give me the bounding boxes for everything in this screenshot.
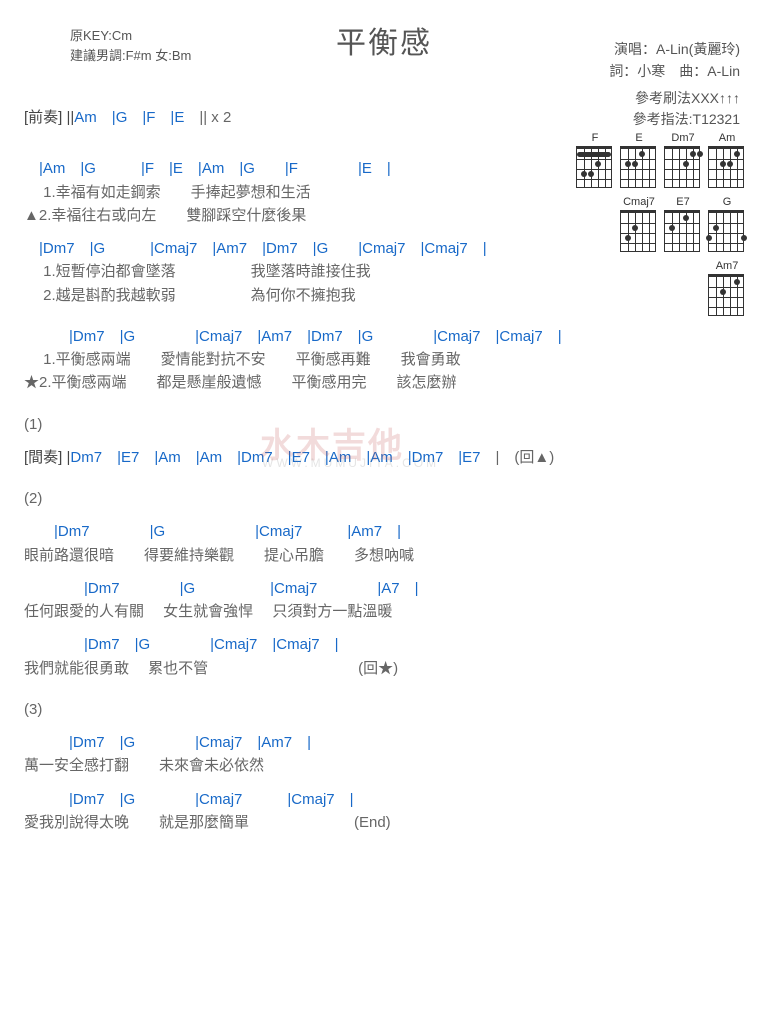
chord-diagram-am7: Am7 [708,260,746,316]
chorus-lyric-a: 1.平衡感兩端 愛情能對抗不安 平衡感再難 我會勇敢 [24,348,744,371]
original-key: 原KEY:Cm [70,26,191,46]
singer: 演唱：A-Lin(黃麗玲) [609,38,740,60]
chord-diagram-e: E [620,132,658,188]
section-3-num: (3) [24,698,744,721]
sec2-chords-3: |Dm7 |G |Cmaj7 |Cmaj7 | [24,633,744,656]
suggested-key: 建議男調:F#m 女:Bm [70,46,191,66]
pattern-ref: 參考刷法XXX↑↑↑ 參考指法:T12321 [633,88,740,130]
sec3-lyric-1: 萬一安全感打翻 未來會未必依然 [24,754,744,777]
meta-right: 演唱：A-Lin(黃麗玲) 詞：小寒 曲：A-Lin [609,38,740,83]
meta-left: 原KEY:Cm 建議男調:F#m 女:Bm [70,26,191,65]
strum-pattern: 參考刷法XXX↑↑↑ [633,88,740,109]
chord-diagram-dm7: Dm7 [664,132,702,188]
picking-pattern: 參考指法:T12321 [633,109,740,130]
sec2-chords-1: |Dm7 |G |Cmaj7 |Am7 | [24,520,744,543]
section-2-num: (2) [24,487,744,510]
credits: 詞：小寒 曲：A-Lin [609,60,740,82]
chord-diagram-e7: E7 [664,196,702,252]
chord-diagram-g: G [708,196,746,252]
section-1-num: (1) [24,413,744,436]
chorus-chords: |Dm7 |G |Cmaj7 |Am7 |Dm7 |G |Cmaj7 |Cmaj… [24,325,744,348]
chord-diagrams: F E Dm7 Am [576,132,746,324]
sec3-chords-1: |Dm7 |G |Cmaj7 |Am7 | [24,731,744,754]
sec3-lyric-2: 愛我別說得太晚 就是那麼簡單 (End) [24,811,744,834]
sec3-chords-2: |Dm7 |G |Cmaj7 |Cmaj7 | [24,788,744,811]
sec2-lyric-1: 眼前路還很暗 得要維持樂觀 提心吊膽 多想吶喊 [24,544,744,567]
sec2-lyric-3: 我們就能很勇敢 累也不管 (回★) [24,657,744,680]
chord-diagram-f: F [576,132,614,188]
chord-diagram-am: Am [708,132,746,188]
chorus-lyric-b: ★2.平衡感兩端 都是懸崖般遺憾 平衡感用完 該怎麼辦 [24,371,744,394]
chord-diagram-cmaj7: Cmaj7 [620,196,658,252]
watermark-sub: WWW.MUMUJITA.COM [262,456,439,470]
sec2-lyric-2: 任何跟愛的人有關 女生就會強悍 只須對方一點溫暖 [24,600,744,623]
sec2-chords-2: |Dm7 |G |Cmaj7 |A7 | [24,577,744,600]
